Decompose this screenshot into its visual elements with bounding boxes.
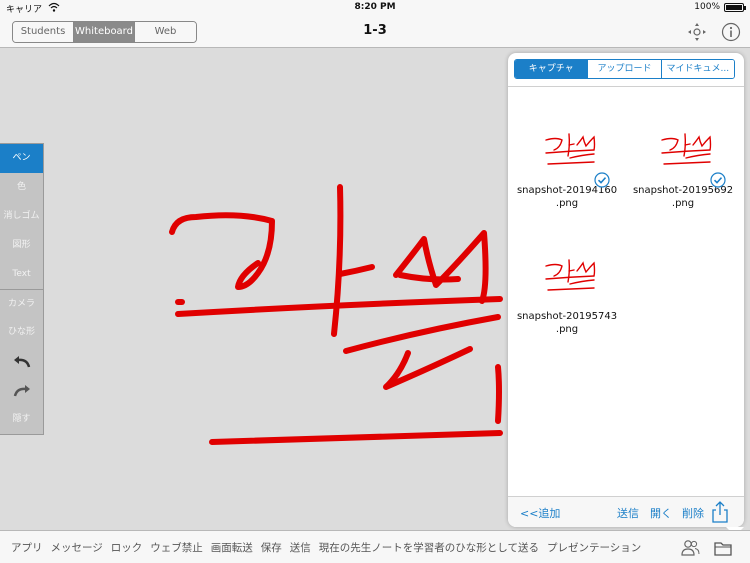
snapshot-image: [545, 133, 596, 165]
pen-tool[interactable]: ペン: [0, 144, 43, 173]
segment-students[interactable]: Students: [13, 22, 74, 42]
snapshot-thumbnail: [532, 128, 610, 188]
bottom-toolbar: アプリ メッセージ ロック ウェブ禁止 画面転送 保存 送信 現在の先生ノートを…: [0, 530, 750, 563]
checkmark-icon: [594, 172, 610, 188]
send-button[interactable]: 送信: [617, 505, 639, 521]
panel-tabs: キャプチャ アップロード マイドキュメ...: [514, 59, 735, 79]
battery-icon: [724, 3, 746, 12]
undo-icon: [13, 355, 30, 367]
folder-icon[interactable]: [713, 538, 733, 558]
presentation-button[interactable]: プレゼンテーション: [547, 540, 641, 555]
tab-capture[interactable]: キャプチャ: [515, 60, 589, 78]
add-button[interactable]: <<追加: [520, 505, 560, 521]
status-time: 8:20 PM: [354, 2, 396, 12]
snapshot-thumbnail: [532, 254, 602, 302]
snapshot-image: [661, 133, 712, 165]
checkmark-icon: [710, 172, 726, 188]
snapshot-panel: キャプチャ アップロード マイドキュメ... snapshot-20194160…: [508, 53, 744, 527]
snapshot-item[interactable]: snapshot-20194160 .png: [512, 128, 622, 210]
redo-icon: [13, 384, 30, 396]
eraser-tool[interactable]: 消しゴム: [0, 202, 43, 231]
save-button[interactable]: 保存: [261, 540, 282, 555]
share-icon[interactable]: [711, 501, 729, 523]
redo-button[interactable]: [0, 376, 43, 405]
camera-tool[interactable]: カメラ: [0, 289, 43, 318]
delete-button[interactable]: 削除: [682, 505, 704, 521]
panel-footer: <<追加 送信 開く 削除: [508, 496, 744, 527]
hide-palette-button[interactable]: 隠す: [0, 405, 43, 434]
segment-web[interactable]: Web: [135, 22, 196, 42]
message-button[interactable]: メッセージ: [51, 540, 103, 555]
segment-whiteboard[interactable]: Whiteboard: [74, 22, 135, 42]
send-as-template-button[interactable]: 現在の先生ノートを学習者のひな形として送る: [319, 540, 539, 555]
snapshot-item[interactable]: snapshot-20195743 .png: [512, 254, 622, 336]
undo-button[interactable]: [0, 347, 43, 376]
color-tool[interactable]: 色: [0, 173, 43, 202]
text-tool[interactable]: Text: [0, 260, 43, 289]
send-button[interactable]: 送信: [290, 540, 311, 555]
snapshot-item[interactable]: snapshot-20195692 .png: [628, 128, 738, 210]
template-tool[interactable]: ひな形: [0, 318, 43, 347]
shape-tool[interactable]: 図形: [0, 231, 43, 260]
snapshot-filename: snapshot-20195743 .png: [516, 311, 618, 335]
battery-percent: 100%: [694, 2, 720, 12]
users-icon[interactable]: [680, 538, 700, 558]
panel-divider: [508, 86, 744, 87]
view-segmented-control: Students Whiteboard Web: [12, 21, 197, 43]
move-arrows-icon[interactable]: [687, 22, 707, 42]
tool-palette: ペン 色 消しゴム 図形 Text カメラ ひな形 隠す: [0, 143, 44, 435]
apps-button[interactable]: アプリ: [11, 540, 43, 555]
info-icon[interactable]: [721, 22, 741, 42]
bottom-toolbar-items: アプリ メッセージ ロック ウェブ禁止 画面転送 保存 送信 現在の先生ノートを…: [11, 540, 641, 555]
lock-button[interactable]: ロック: [111, 540, 143, 555]
screen-transfer-button[interactable]: 画面転送: [211, 540, 253, 555]
snapshot-image: [545, 259, 596, 291]
tab-upload[interactable]: アップロード: [588, 60, 662, 78]
open-button[interactable]: 開く: [650, 505, 672, 521]
tab-my-documents[interactable]: マイドキュメ...: [661, 60, 734, 78]
block-web-button[interactable]: ウェブ禁止: [150, 540, 203, 555]
nav-bar: Students Whiteboard Web 1-3: [0, 16, 750, 48]
status-bar: キャリア 8:20 PM 100%: [0, 0, 750, 16]
snapshot-thumbnail: [648, 128, 726, 188]
